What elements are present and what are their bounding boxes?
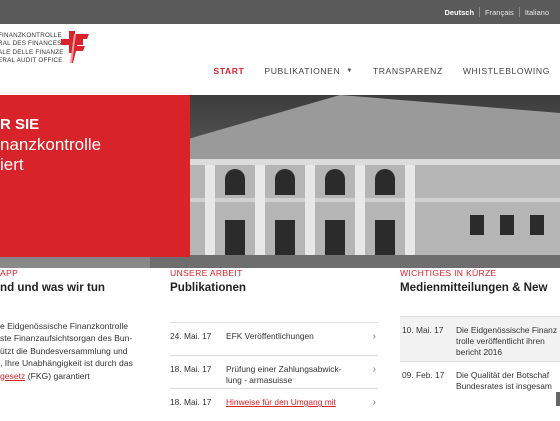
news-title: Medienmitteilungen & New xyxy=(400,281,548,294)
nav-publikationen[interactable]: PUBLIKATIONEN ▼ xyxy=(254,66,362,76)
list-item[interactable]: 24. Mai. 17 EFK Veröffentlichungen › xyxy=(170,322,378,355)
item-date: 18. Mai. 17 xyxy=(170,364,212,374)
lang-it[interactable]: Italiano xyxy=(520,8,554,17)
about-line: ützt die Bundesversammlung und xyxy=(0,345,128,356)
nav-label: START xyxy=(213,66,245,76)
site-header: Finanzkontrolle ral des finances ale del… xyxy=(0,24,560,95)
list-item[interactable]: 18. Mai. 17 Prüfung einer Zahlungsabwick… xyxy=(170,355,378,388)
swiss-cross-logo-icon[interactable] xyxy=(58,30,90,64)
about-text: e Eidgenössische Finanzkontrolle ste Fin… xyxy=(0,320,160,382)
nav-whistleblowing[interactable]: WHISTLEBLOWING xyxy=(453,66,560,76)
hero-heading-line: nanzkontrolle xyxy=(0,135,102,154)
item-title: EFK Veröffentlichungen xyxy=(226,331,314,341)
item-title: Hinweise für den Umgang mit xyxy=(226,397,336,407)
publications-title: Publikationen xyxy=(170,281,247,294)
nav-label: PUBLIKATIONEN xyxy=(264,66,341,76)
publications-list: 24. Mai. 17 EFK Veröffentlichungen › 18.… xyxy=(170,322,378,421)
chevron-down-icon: ▼ xyxy=(346,68,353,74)
item-title: Prüfung einer Zahlungsabwick- lung - arm… xyxy=(226,364,342,385)
news-column: WICHTIGES IN KÜRZE Medienmitteilungen & … xyxy=(400,268,560,392)
item-date: 24. Mai. 17 xyxy=(170,331,212,341)
about-line-tail: (FKG) garantiert xyxy=(25,370,90,381)
list-item[interactable]: 09. Feb. 17 Die Qualität der Botschaf Bu… xyxy=(400,361,560,392)
scrollbar-thumb[interactable] xyxy=(556,392,560,406)
about-kicker: APP xyxy=(0,268,19,278)
chevron-right-icon: › xyxy=(372,364,376,375)
brand-line: ale delle finanze xyxy=(0,48,64,56)
item-date: 10. Mai. 17 xyxy=(402,325,444,335)
chevron-right-icon: › xyxy=(372,397,376,408)
lang-de[interactable]: Deutsch xyxy=(439,8,479,17)
news-list: 10. Mai. 17 Die Eidgenössische Finanz tr… xyxy=(400,316,560,392)
hero-kicker: R SIE xyxy=(0,116,40,133)
language-switcher: Deutsch Français Italiano xyxy=(439,0,554,24)
item-date: 18. Mai. 17 xyxy=(170,397,212,407)
nav-transparenz[interactable]: TRANSPARENZ xyxy=(363,66,453,76)
nav-label: TRANSPARENZ xyxy=(372,66,443,76)
about-title: nd und was wir tun xyxy=(0,281,105,294)
language-bar: Deutsch Français Italiano xyxy=(0,0,560,24)
about-line: , Ihre Unabhängigkeit ist durch das xyxy=(0,358,133,369)
item-title: Die Eidgenössische Finanz trolle veröffe… xyxy=(456,325,558,357)
main-navigation: START PUBLIKATIONEN ▼ TRANSPARENZ WHISTLE… xyxy=(203,66,560,76)
about-line: gesetz (FKG) garantiert xyxy=(0,370,160,382)
hero-heading-line: iert xyxy=(0,155,24,174)
brand-name[interactable]: Finanzkontrolle ral des finances ale del… xyxy=(0,32,64,66)
about-line: e Eidgenössische Finanzkontrolle xyxy=(0,321,129,331)
lang-fr[interactable]: Français xyxy=(480,8,519,17)
publications-kicker: UNSERE ARBEIT xyxy=(170,268,243,278)
news-kicker: WICHTIGES IN KÜRZE xyxy=(400,268,497,278)
brand-line: eral Audit Office xyxy=(0,57,63,65)
chevron-right-icon: › xyxy=(372,331,376,342)
nav-start[interactable]: START xyxy=(203,66,254,76)
about-column: APP nd und was wir tun e Eidgenössische … xyxy=(0,268,160,382)
publications-column: UNSERE ARBEIT Publikationen 24. Mai. 17 … xyxy=(170,268,378,421)
list-item[interactable]: 18. Mai. 17 Hinweise für den Umgang mit … xyxy=(170,388,378,421)
item-title: Die Qualität der Botschaf Bundesrates is… xyxy=(456,370,552,391)
hero-overlay: R SIE nanzkontrolle iert xyxy=(0,95,190,257)
hero-text: R SIE nanzkontrolle iert xyxy=(0,115,101,175)
law-link[interactable]: gesetz xyxy=(0,371,25,381)
hero-banner: R SIE nanzkontrolle iert xyxy=(0,95,560,268)
nav-label: WHISTLEBLOWING xyxy=(462,66,550,76)
brand-line: Finanzkontrolle xyxy=(0,32,62,39)
about-line: ste Finanzaufsichtsorgan des Bun- xyxy=(0,333,133,344)
brand-line: ral des finances xyxy=(0,40,62,48)
list-item[interactable]: 10. Mai. 17 Die Eidgenössische Finanz tr… xyxy=(400,316,560,361)
item-date: 09. Feb. 17 xyxy=(402,370,445,380)
